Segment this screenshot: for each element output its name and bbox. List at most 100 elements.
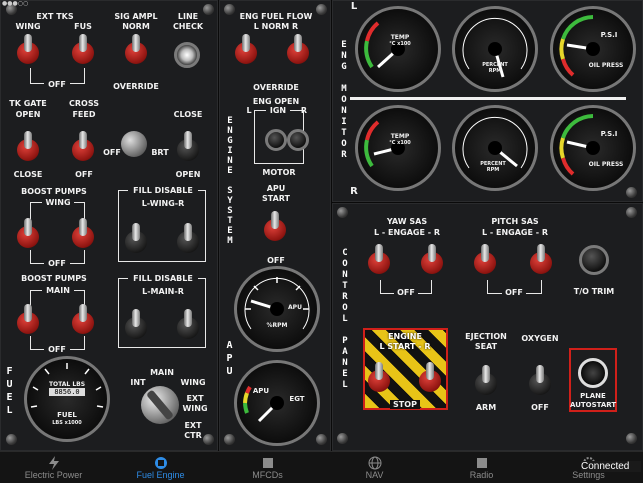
apu-rpm-unit: %RPM [266,322,288,329]
close-open-switch[interactable] [177,131,199,161]
fill-disable-main-left-switch[interactable] [125,309,147,339]
apu-start-label2: START [261,194,291,203]
screw [224,4,235,15]
engine-start-right-switch[interactable] [419,362,441,392]
check-label: CHECK [172,22,204,31]
fill-disable-l-main-r-label: L-MAIN-R [142,287,184,296]
boost-pumps-main-off-label: OFF [44,345,70,354]
yaw-sas-left-switch[interactable] [368,244,390,274]
eng-monitor-vertical-text: ENG MONITOR [339,40,349,161]
left-rpm-label: RPM [488,68,502,74]
apu-start-switch[interactable] [264,211,286,241]
left-temp-gauge: TEMP °C x100 [355,6,441,92]
tk-gate-switch[interactable] [17,131,39,161]
tab-mfcds[interactable]: MFCDs [214,452,321,483]
apu-start-label: APU [266,184,286,193]
plane-autostart-button[interactable] [578,358,608,388]
ejection-seat-switch[interactable] [475,365,497,395]
yaw-sas-right-switch[interactable] [421,244,443,274]
boost-pumps-main-title: BOOST PUMPS [21,274,87,283]
right-rpm-gauge-face [462,116,528,169]
fill-disable-l-wing-r-label: L-WING-R [141,199,185,208]
tab-radio[interactable]: Radio [428,452,535,483]
cross-feed-switch[interactable] [72,131,94,161]
boost-pump-main-right-switch[interactable] [72,304,94,334]
left-rpm-gauge-face [462,17,528,78]
lightning-icon [46,455,62,470]
status-bar-signal: ●●●○○ [2,0,29,7]
screw [626,187,637,198]
fuel-vertical-text: FUEL [4,366,15,418]
tk-gate-open-label: OPEN [15,110,41,119]
boost-pumps-wing-off-label: OFF [44,259,70,268]
boost-pump-wing-right-switch[interactable] [72,218,94,248]
yaw-off-label: OFF [394,288,418,297]
fill-disable-wing-left-switch[interactable] [125,223,147,253]
pitch-off-label: OFF [502,288,526,297]
apu-egt-label: APU [252,387,270,395]
pitch-engage-label: L - ENGAGE - R [482,228,548,237]
ext-tks-wing-switch[interactable] [17,34,39,64]
left-rpm-gauge: PERCENT RPM [452,6,538,92]
fus-label: FUS [74,22,92,31]
to-trim-button[interactable] [579,245,609,275]
apu-rpm-gauge-face [244,277,310,330]
ign-right-button[interactable] [287,129,309,151]
oxygen-switch[interactable] [529,365,551,395]
engine-system-vertical-label: ENGINE SYSTEM [223,116,235,250]
close-label: CLOSE [173,110,203,119]
sig-ampl-override-label: OVERRIDE [113,82,159,91]
boost-pumps-wing-label: WING [42,198,74,207]
ign-r-label: R [300,106,308,115]
boost-pumps-main-label: MAIN [42,286,74,295]
fuel-selector-knob[interactable] [141,386,179,424]
cross-feed-off-label: OFF [75,170,93,179]
tk-gate-label: TK GATE [9,99,47,108]
boost-pump-wing-left-switch[interactable] [17,218,39,248]
sig-ampl-norm-label: NORM [122,22,150,31]
line-check-button[interactable] [174,42,200,68]
ejection-arm-label: ARM [475,403,497,412]
ign-label: IGN [266,106,290,115]
fill-disable-main-right-switch[interactable] [177,309,199,339]
screw [316,4,327,15]
globe-icon [367,455,383,470]
eng-fuel-flow-left-switch[interactable] [235,34,257,64]
autostart-label: AUTOSTART [570,401,617,409]
ext-tks-off-label: OFF [44,80,70,89]
boost-pump-main-left-switch[interactable] [17,304,39,334]
sig-ampl-switch[interactable] [125,34,147,64]
boost-pumps-label: BOOST PUMPS [21,187,87,196]
engine-start-left-switch[interactable] [368,362,390,392]
pitch-sas-left-switch[interactable] [474,244,496,274]
engine-start-lr-label: L START - R [379,342,431,351]
left-temp-unit: °C x100 [389,41,411,47]
total-lbs-value: 8856.0 [49,388,85,396]
fill-disable-wing-label: FILL DISABLE [128,186,198,195]
open-label: OPEN [175,170,201,179]
pitch-sas-right-switch[interactable] [530,244,552,274]
ign-left-button[interactable] [265,129,287,151]
egt-label: EGT [289,395,305,403]
wing-label: WING [15,22,41,31]
tab-label: MFCDs [252,470,283,480]
tk-gate-close-label: CLOSE [13,170,43,179]
engine-start-label: ENGINE [388,332,422,341]
total-fuel-gauge: TOTAL LBS 8856.0 FUEL LBS x1000 [24,356,110,442]
ejection-seat-label: SEAT [474,342,498,351]
eng-fuel-flow-right-switch[interactable] [287,34,309,64]
screw [6,434,17,445]
tab-nav[interactable]: NAV [321,452,428,483]
oxygen-label: OXYGEN [521,334,559,343]
ext-tks-fus-switch[interactable] [72,34,94,64]
dial-brt-label: BRT [151,148,169,157]
apu-vertical-text: APU [224,340,235,379]
brightness-knob[interactable] [121,131,147,157]
monitor-r-label: R [350,186,358,197]
engine-system-vertical-text: ENGINE SYSTEM [225,116,235,246]
cross-label: CROSS [69,99,99,108]
tab-electric-power[interactable]: Electric Power [0,452,107,483]
eng-fuel-flow-label: ENG FUEL FLOW [239,12,313,21]
tab-fuel-engine[interactable]: Fuel Engine [107,452,214,483]
fill-disable-wing-right-switch[interactable] [177,223,199,253]
